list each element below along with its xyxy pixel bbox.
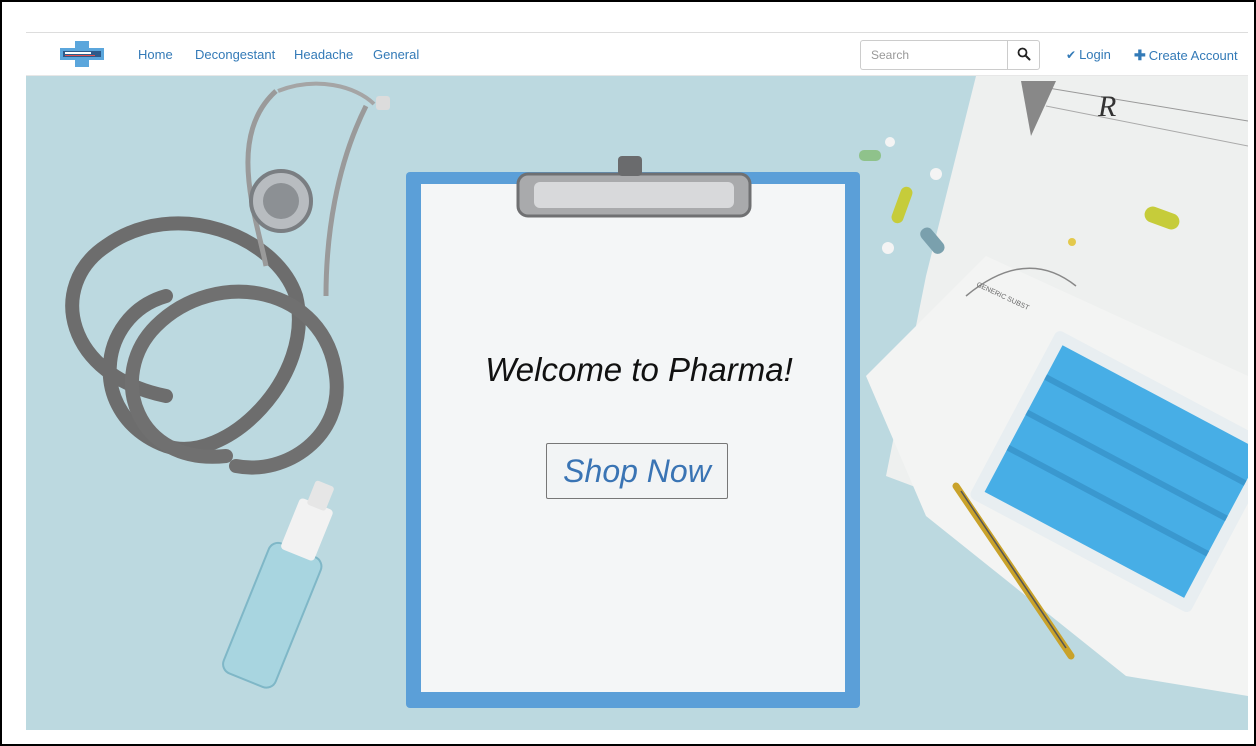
clipboard <box>406 156 860 708</box>
hero-banner: R GENERIC SUBST Welcome to Pharma! Shop … <box>26 76 1248 730</box>
rx-symbol: R <box>1097 90 1116 123</box>
plus-icon: ✚ <box>1134 47 1146 63</box>
login-label: Login <box>1079 47 1111 62</box>
hero-heading: Welcome to Pharma! <box>485 351 793 388</box>
medical-cross-icon <box>60 41 104 67</box>
browser-frame: Home Decongestant Headache General ✔Logi… <box>0 0 1256 746</box>
hero-background-image: R GENERIC SUBST <box>26 76 1248 730</box>
search-button[interactable] <box>1007 40 1040 70</box>
nav-link-decongestant[interactable]: Decongestant <box>195 47 275 62</box>
top-navbar: Home Decongestant Headache General ✔Logi… <box>26 32 1248 76</box>
search-icon <box>1017 47 1030 60</box>
shop-now-button[interactable]: Shop Now <box>546 443 728 499</box>
checkmark-icon: ✔ <box>1066 48 1077 62</box>
pharma-logo[interactable] <box>60 41 104 67</box>
create-account-link[interactable]: ✚ Create Account <box>1134 47 1238 64</box>
stethoscope-earpiece <box>376 96 390 110</box>
nav-link-home[interactable]: Home <box>138 47 173 62</box>
search-form <box>860 40 1040 70</box>
search-input[interactable] <box>860 40 1007 70</box>
login-link[interactable]: ✔ Login <box>1066 47 1111 62</box>
create-account-label: Create Account <box>1148 48 1238 63</box>
nav-link-headache[interactable]: Headache <box>294 47 353 62</box>
nav-link-general[interactable]: General <box>373 47 419 62</box>
